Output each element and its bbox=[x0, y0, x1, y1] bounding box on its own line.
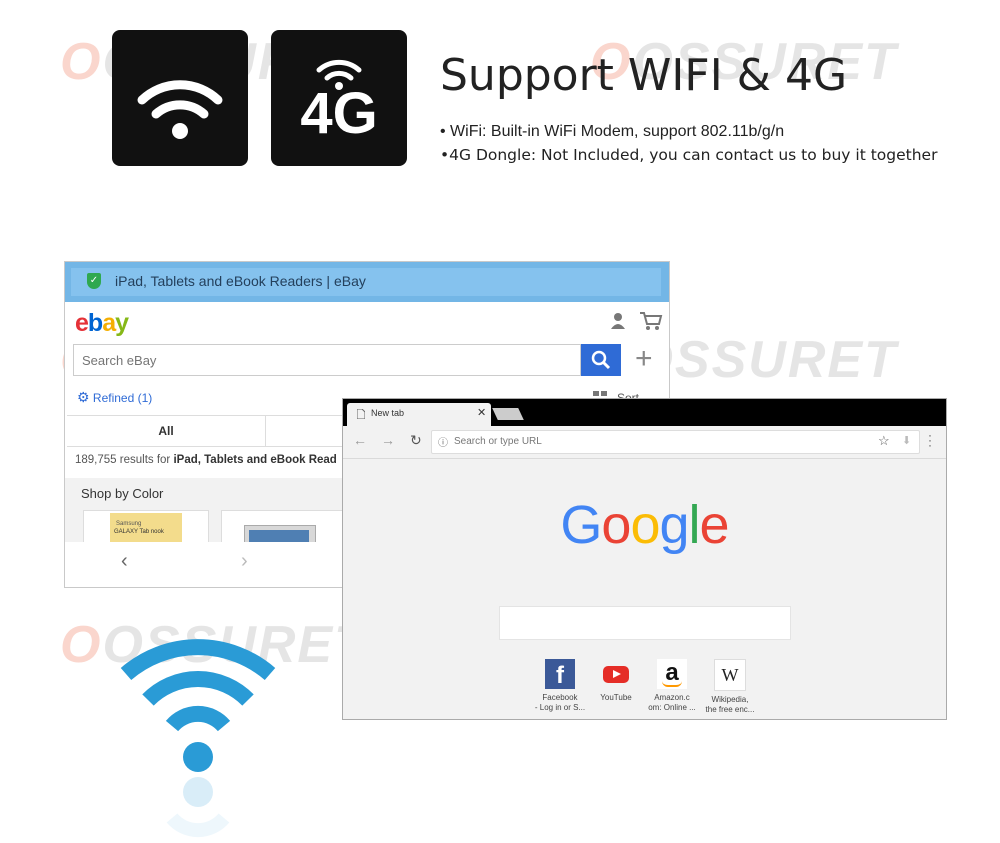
google-logo-letter: o bbox=[630, 495, 660, 555]
chrome-browser-window: New tab ✕ ← → ↻ ⓘ Search or type URL ☆ ⬇… bbox=[342, 398, 947, 720]
wifi-icon bbox=[120, 639, 276, 838]
user-icon[interactable] bbox=[609, 312, 627, 330]
reload-icon[interactable]: ↻ bbox=[410, 432, 422, 449]
google-logo-letter: e bbox=[699, 495, 730, 555]
omnibox[interactable]: ⓘ Search or type URL ☆ ⬇ bbox=[431, 430, 920, 454]
shop-by-color-label: Shop by Color bbox=[81, 486, 164, 501]
youtube-icon bbox=[601, 659, 631, 689]
google-logo-letter: l bbox=[688, 495, 701, 555]
wikipedia-icon: W bbox=[714, 659, 746, 691]
info-icon: ⓘ bbox=[438, 438, 448, 449]
close-tab-icon[interactable]: ✕ bbox=[477, 406, 486, 419]
facebook-icon: f bbox=[545, 659, 575, 689]
google-logo-letter: g bbox=[659, 495, 690, 555]
ebay-search-input[interactable] bbox=[74, 345, 564, 375]
amazon-icon: a bbox=[657, 659, 687, 689]
download-icon[interactable]: ⬇ bbox=[902, 434, 911, 447]
chevron-right-icon[interactable]: › bbox=[241, 550, 248, 573]
4g-tile: 4G bbox=[271, 30, 407, 166]
back-icon[interactable]: ← bbox=[353, 432, 367, 448]
plus-icon[interactable]: + bbox=[635, 342, 653, 376]
page-title: Support WIFI & 4G bbox=[440, 50, 848, 101]
google-search-box[interactable] bbox=[499, 606, 791, 640]
chrome-toolbar: ← → ↻ ⓘ Search or type URL ☆ ⬇ · · · bbox=[343, 426, 946, 459]
bullet-4g: •4G Dongle: Not Included, you can contac… bbox=[440, 146, 938, 164]
chrome-tab-strip: New tab ✕ bbox=[343, 399, 946, 426]
results-count: 189,755 results for iPad, Tablets and eB… bbox=[75, 454, 337, 466]
shield-icon: ✓ bbox=[87, 273, 101, 289]
page-icon bbox=[357, 409, 365, 419]
google-logo-letter: G bbox=[560, 495, 602, 555]
ebay-tab-title: iPad, Tablets and eBook Readers | eBay bbox=[115, 273, 366, 289]
ebay-search-field[interactable] bbox=[73, 344, 581, 376]
star-icon[interactable]: ☆ bbox=[878, 433, 890, 449]
google-logo: Google bbox=[343, 494, 946, 556]
menu-icon[interactable]: · · · bbox=[928, 429, 932, 451]
gear-icon: ⚙ bbox=[77, 389, 90, 405]
ebay-search-button[interactable] bbox=[581, 344, 621, 376]
wifi-tile bbox=[112, 30, 248, 166]
tab-new-tab[interactable]: New tab ✕ bbox=[347, 403, 491, 426]
cart-icon[interactable] bbox=[639, 310, 663, 332]
forward-icon[interactable]: → bbox=[381, 432, 395, 448]
bullet-wifi: • WiFi: Built-in WiFi Modem, support 802… bbox=[440, 123, 785, 140]
ebay-title-bar: ✓ iPad, Tablets and eBook Readers | eBay bbox=[65, 262, 669, 302]
tab-all[interactable]: All bbox=[67, 416, 266, 446]
new-tab-button[interactable] bbox=[492, 408, 524, 420]
google-logo-letter: o bbox=[601, 495, 631, 555]
chevron-left-icon[interactable]: ‹ bbox=[121, 550, 128, 573]
ebay-logo[interactable]: ebay bbox=[75, 309, 129, 338]
search-icon bbox=[591, 350, 611, 370]
tile-wikipedia[interactable]: W Wikipedia, the free enc... bbox=[695, 659, 765, 715]
4g-label: 4G bbox=[300, 81, 378, 146]
refined-filter[interactable]: ⚙ Refined (1) bbox=[77, 389, 152, 406]
wifi-icon bbox=[137, 80, 223, 139]
